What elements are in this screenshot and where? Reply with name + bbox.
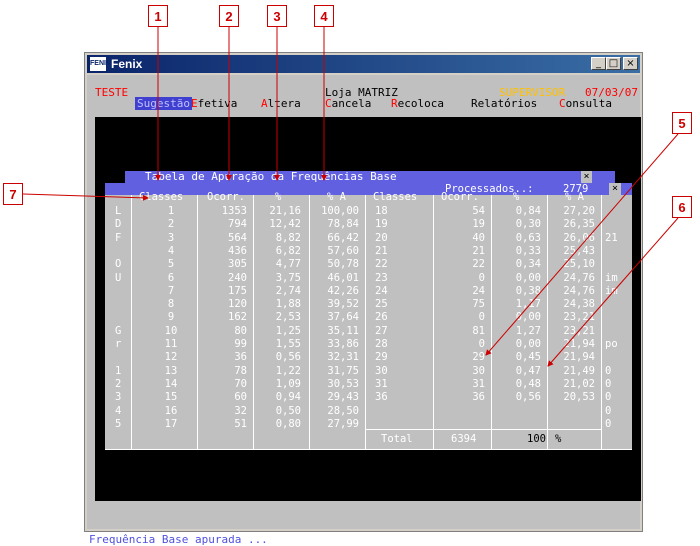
callout-arrow-5 — [485, 133, 679, 356]
callout-arrow-6 — [547, 217, 679, 367]
callout-arrow-7 — [22, 193, 149, 201]
callout-arrows — [22, 27, 679, 367]
